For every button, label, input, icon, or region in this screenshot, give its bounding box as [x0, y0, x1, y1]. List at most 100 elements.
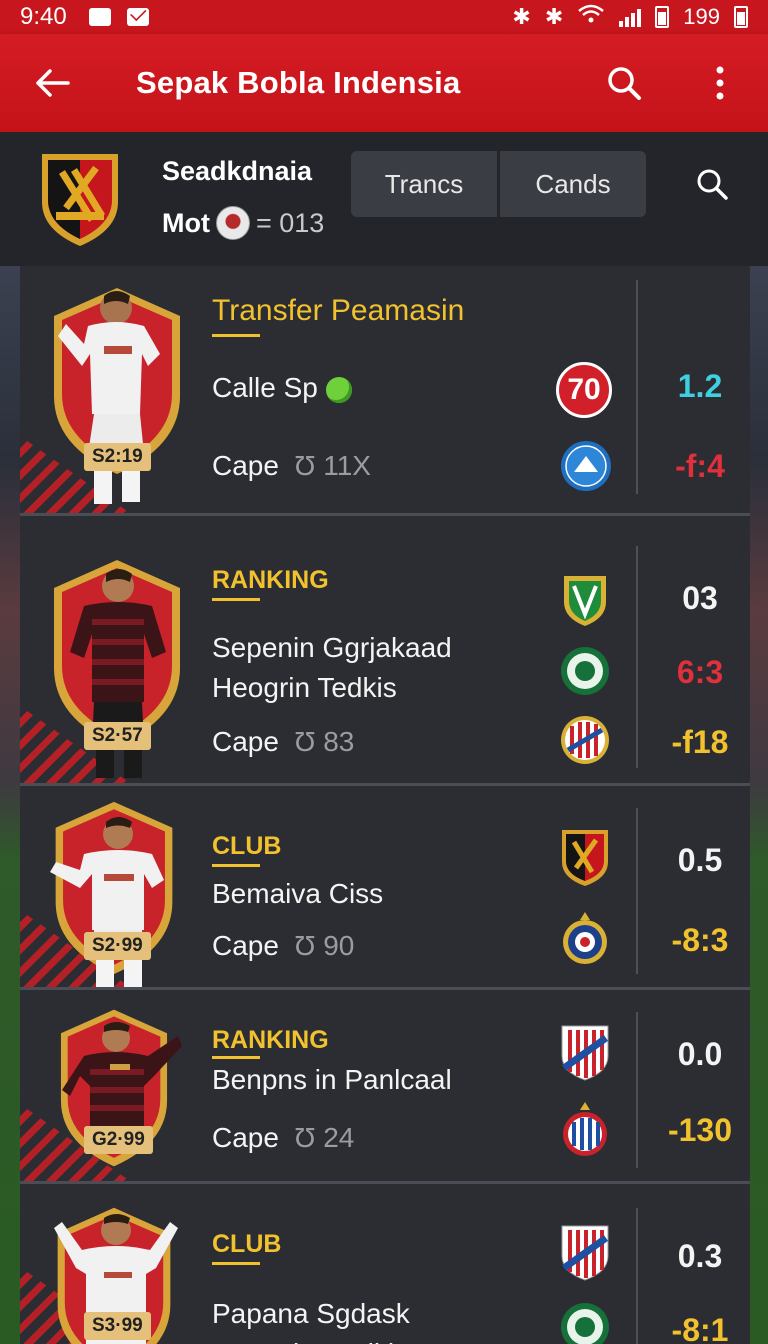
player-price: S3·99 [84, 1312, 151, 1340]
category-underline [212, 864, 260, 867]
mail-icon [126, 8, 149, 26]
club-badge-striped-icon [561, 716, 609, 764]
list-item[interactable]: S2:19 Transfer Peamasin Calle Sp Cape Ʊ … [20, 266, 750, 516]
list-item[interactable]: S2·57 RANKING Sepenin Ggrjakaad Heogrin … [20, 516, 750, 786]
player-photo [58, 291, 160, 504]
list-item[interactable]: S2·99 CLUB Bemaiva Ciss Cape Ʊ 90 0.5 -8… [20, 786, 750, 990]
search-button[interactable] [600, 59, 648, 107]
player-name: Papana Sgdask Benanin Dadkis [212, 1294, 410, 1344]
app-bar: Sepak Bobla Indensia [0, 34, 768, 132]
player-name-line: Papana Sgdask [212, 1298, 410, 1329]
card-category: Transfer Peamasin [212, 294, 465, 327]
cap-label: Cape [212, 726, 279, 757]
player-name-line: Heogrin Tedkis [212, 672, 397, 703]
stat-bottom: -8:3 [671, 922, 729, 958]
signal-icon [619, 7, 642, 27]
cap-value: Ʊ 83 [286, 726, 355, 757]
list-item[interactable]: S3·99 CLUB Papana Sgdask Benanin Dadkis … [20, 1184, 750, 1344]
club-badge-green-round-icon [561, 647, 609, 695]
player-price: S2·99 [84, 932, 151, 960]
battery-icon [655, 6, 670, 28]
stat-3: -f18 [671, 724, 729, 760]
cap-number: 11X [323, 450, 371, 481]
club-name: Seadkdnaia [162, 156, 313, 186]
stadium-background-left [0, 266, 20, 1344]
club-logo[interactable] [40, 150, 120, 253]
stat-bottom: -8:1 [671, 1312, 729, 1344]
list-item[interactable]: G2·99 RANKING Benpns in Panlcaal Cape Ʊ … [20, 990, 750, 1184]
stat-2: 6:3 [676, 654, 724, 690]
category-underline [212, 334, 260, 337]
category-underline [212, 1056, 260, 1059]
club-badge-round-striped-icon [563, 1102, 607, 1156]
cap-label: Cape [212, 1122, 279, 1153]
cap-number: 90 [323, 930, 355, 961]
tab-cands[interactable]: Cands [500, 151, 646, 217]
cap-number: 83 [323, 726, 355, 757]
cap-value: Ʊ 90 [286, 930, 355, 961]
tab-group: Trancs Cands [351, 151, 646, 217]
stat-bottom: -f:4 [675, 448, 725, 484]
player-name-line: Benpns in Panlcaal [212, 1064, 452, 1095]
category-underline [212, 1262, 260, 1265]
club-badge-green-round-icon [561, 1303, 609, 1344]
club-badge-green-icon [564, 576, 606, 626]
cap-value: Ʊ 11X [286, 450, 371, 481]
stat-top: 0.3 [677, 1238, 723, 1274]
secondary-search-button[interactable] [688, 160, 736, 208]
rating-badge: 70 [556, 362, 612, 418]
cap-value: Ʊ 24 [286, 1122, 355, 1153]
category-underline [212, 598, 260, 601]
wifi-icon [577, 4, 605, 30]
column-divider [636, 1208, 638, 1344]
status-bar: 9:40 ✱ ✱ 199 [0, 0, 768, 34]
player-cap: Cape Ʊ 83 [212, 726, 354, 758]
player-name: Benpns in Panlcaal [212, 1060, 452, 1100]
search-icon [608, 67, 641, 100]
tab-trancs[interactable]: Trancs [351, 151, 497, 217]
search-icon [697, 169, 728, 200]
more-vertical-icon [716, 66, 724, 100]
player-name-line: Benanin Dadkis [212, 1334, 410, 1344]
player-name: Calle Sp [212, 368, 352, 408]
club-badge-striped-shield-icon [561, 1025, 609, 1081]
column-divider [636, 280, 638, 494]
club-badge-red-black-icon [562, 830, 608, 886]
stat-bottom: -130 [667, 1112, 733, 1148]
status-time: 9:40 [20, 3, 67, 30]
card-category: RANKING [212, 1026, 329, 1054]
player-name-line: Calle Sp [212, 372, 318, 403]
battery-indicator-icon [734, 6, 748, 28]
stat-top: 0.0 [677, 1036, 723, 1072]
stadium-background-right [750, 266, 768, 1344]
card-category: CLUB [212, 832, 282, 860]
player-cap: Cape Ʊ 11X [212, 450, 371, 482]
status-dot-icon [325, 376, 352, 403]
column-divider [636, 808, 638, 974]
vibrate-icon: ✱ [544, 4, 564, 29]
cap-label: Cape [212, 930, 279, 961]
column-divider [636, 546, 638, 768]
player-name: Sepenin Ggrjakaad Heogrin Tedkis [212, 628, 452, 708]
player-cap: Cape Ʊ 90 [212, 930, 354, 962]
cap-number: 24 [323, 1122, 355, 1153]
stat-1: 03 [682, 580, 718, 616]
club-badge-striped-shield-icon [561, 1225, 609, 1281]
app-title: Sepak Bobla Indensia [136, 65, 461, 100]
bluetooth-icon: ✱ [512, 4, 531, 29]
club-meta: Mot = 013 [162, 206, 324, 240]
card-category: CLUB [212, 1230, 282, 1258]
player-name-line: Sepenin Ggrjakaad [212, 632, 452, 663]
more-options-button[interactable] [696, 59, 744, 107]
player-cap: Cape Ʊ 24 [212, 1122, 354, 1154]
back-button[interactable] [24, 55, 80, 111]
player-name: Bemaiva Ciss [212, 874, 383, 914]
battery-level: 199 [683, 4, 720, 29]
stat-top: 0.5 [677, 842, 723, 878]
card-category: RANKING [212, 566, 329, 594]
club-meta-label: Mot [162, 207, 210, 238]
arrow-left-icon [36, 69, 70, 97]
player-price: S2:19 [84, 443, 151, 471]
notification-icon [88, 8, 111, 26]
player-name-line: Bemaiva Ciss [212, 878, 384, 909]
